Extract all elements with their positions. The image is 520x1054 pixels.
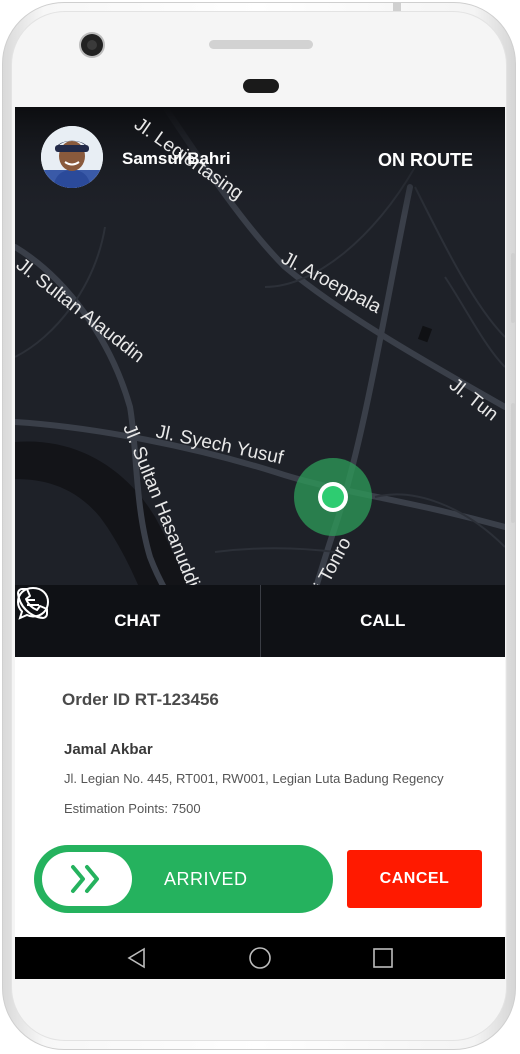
back-triangle-icon <box>127 947 145 969</box>
home-button[interactable] <box>240 938 280 978</box>
volume-button <box>511 253 515 323</box>
back-button[interactable] <box>117 938 157 978</box>
driver-name: Samsul Bahri <box>122 149 231 168</box>
android-nav-bar <box>15 937 505 979</box>
action-bar: CHAT CALL <box>15 585 505 657</box>
slider-knob[interactable] <box>42 852 132 906</box>
recents-square-icon <box>373 948 394 968</box>
call-button[interactable]: CALL <box>17 585 506 657</box>
location-marker-dot <box>322 486 344 508</box>
recents-button[interactable] <box>363 938 403 978</box>
power-button <box>511 403 515 523</box>
estimation-points: Estimation Points: 7500 <box>64 801 201 816</box>
home-circle-icon <box>249 947 271 969</box>
chat-label: CHAT <box>114 611 161 630</box>
map-view[interactable]: Jl. Legiertasing Jl. Aroeppala Jl. Sulta… <box>15 107 505 657</box>
customer-address: Jl. Legian No. 445, RT001, RW001, Legian… <box>64 771 444 786</box>
front-camera <box>81 34 103 56</box>
phone-icon <box>17 588 48 619</box>
chat-button[interactable]: CHAT <box>15 585 261 657</box>
phone-top-nub <box>393 3 401 11</box>
order-id: Order ID RT-123456 <box>62 690 219 709</box>
order-sheet: Order ID RT-123456 Jamal Akbar Jl. Legia… <box>15 657 505 937</box>
trip-status: ON ROUTE <box>377 150 473 170</box>
cancel-button[interactable]: CANCEL <box>347 850 482 908</box>
arrived-slider[interactable]: ARRIVED <box>34 845 333 913</box>
street-label: Jl. Syech Yusuf <box>154 421 286 469</box>
driver-photo <box>41 126 103 188</box>
app-screen: Jl. Legiertasing Jl. Aroeppala Jl. Sulta… <box>15 107 505 979</box>
avatar[interactable] <box>41 126 103 188</box>
arrived-label: ARRIVED <box>164 869 248 889</box>
phone-sensor <box>243 79 279 93</box>
street-label: Jl. Sultan Alauddin <box>15 254 148 367</box>
call-label: CALL <box>360 611 406 630</box>
phone-speaker <box>209 40 313 49</box>
map-roads: Jl. Legiertasing Jl. Aroeppala Jl. Sulta… <box>15 107 505 656</box>
double-chevron-right-icon <box>71 865 99 893</box>
customer-name: Jamal Akbar <box>64 741 153 758</box>
